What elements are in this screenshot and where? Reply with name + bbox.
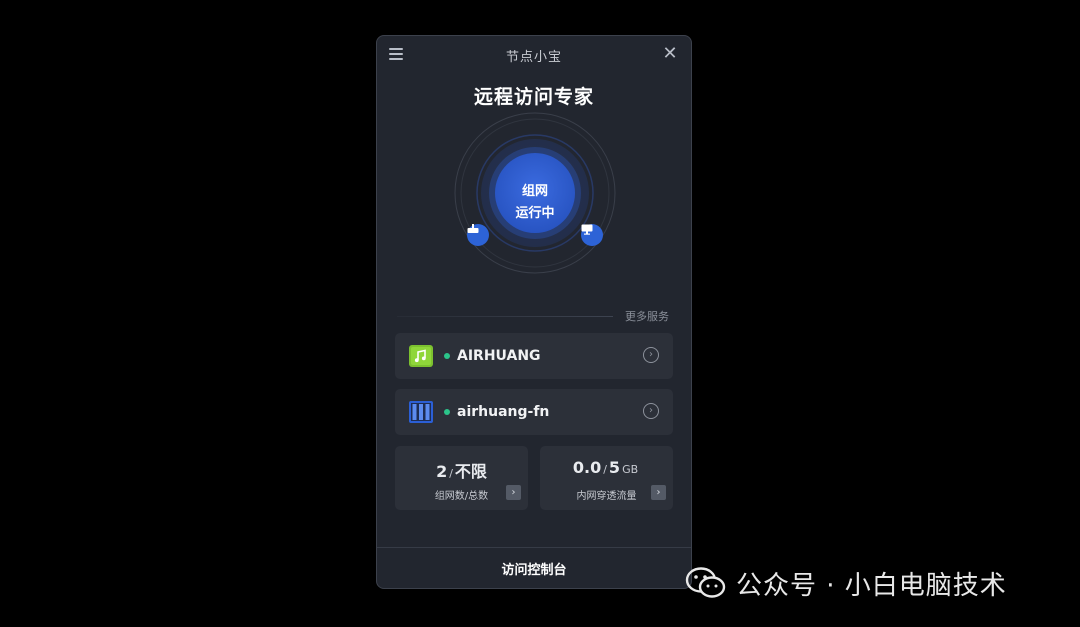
status-line-1: 组网: [521, 184, 548, 199]
hamburger-menu-icon[interactable]: [389, 48, 403, 60]
chevron-right-icon[interactable]: ›: [643, 347, 659, 363]
chevron-right-icon[interactable]: ›: [651, 485, 666, 500]
more-services-divider: 更多服务: [377, 305, 691, 327]
status-line-2: 运行中: [515, 206, 555, 221]
nas-server-icon: [409, 401, 433, 423]
network-count-card[interactable]: 2/不限 组网数/总数 ›: [395, 446, 528, 510]
chevron-right-icon[interactable]: ›: [506, 485, 521, 500]
router-node-icon: [467, 224, 489, 246]
more-services-link[interactable]: 更多服务: [625, 308, 669, 324]
device-name: airhuang-fn: [457, 404, 550, 420]
network-count-value: 2/不限: [436, 462, 487, 481]
network-status-graphic: 组网 运行中: [377, 111, 691, 357]
watermark-text: 公众号 · 小白电脑技术: [736, 570, 1007, 601]
stats-row: 2/不限 组网数/总数 › 0.0/5 GB 内网穿透流量 ›: [395, 446, 673, 510]
traffic-value: 0.0/5 GB: [572, 458, 639, 477]
network-status-label: 组网 运行中: [495, 181, 575, 225]
close-icon[interactable]: ✕: [661, 45, 679, 63]
desktop-node-icon: [581, 224, 603, 246]
device-name: AIRHUANG: [457, 348, 541, 364]
device-row-airhuang-fn[interactable]: airhuang-fn ›: [395, 389, 673, 435]
wechat-logo-icon: [685, 567, 726, 598]
app-window: 节点小宝 ✕ 远程访问专家 组网 运行中 更多服务 AIRHUANG › air…: [376, 35, 692, 589]
window-title: 节点小宝: [505, 49, 562, 65]
online-status-dot: [444, 353, 450, 359]
chevron-right-icon[interactable]: ›: [643, 403, 659, 419]
device-row-airhuang[interactable]: AIRHUANG ›: [395, 333, 673, 379]
watermark: 公众号 · 小白电脑技术: [684, 563, 1007, 603]
title-bar: 节点小宝 ✕: [377, 36, 691, 74]
access-console-button[interactable]: 访问控制台: [377, 547, 691, 588]
screen: 节点小宝 ✕ 远程访问专家 组网 运行中 更多服务 AIRHUANG › air…: [0, 0, 1080, 627]
page-headline: 远程访问专家: [473, 86, 594, 108]
online-status-dot: [444, 409, 450, 415]
music-app-icon: [409, 345, 433, 367]
traffic-card[interactable]: 0.0/5 GB 内网穿透流量 ›: [540, 446, 673, 510]
